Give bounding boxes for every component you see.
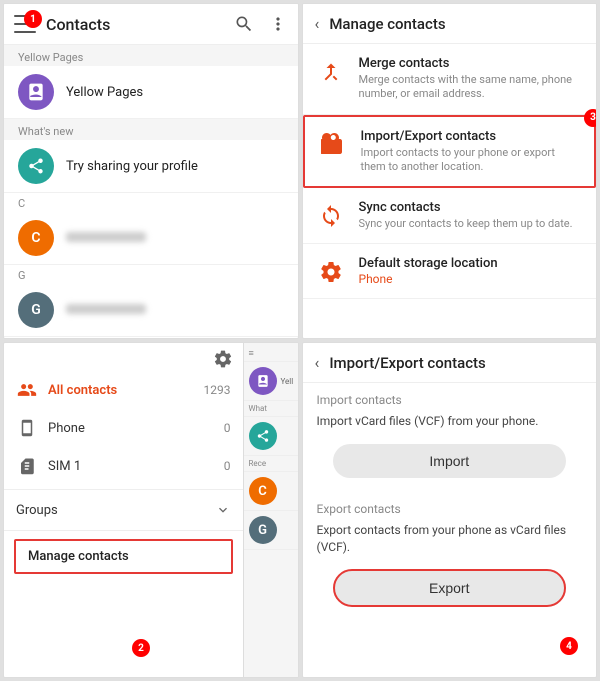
header-actions <box>234 14 288 34</box>
import-button[interactable]: Import <box>333 444 567 478</box>
contacts-list-panel: Contacts 1 Yellow Pages Yellow Pages Wha… <box>3 3 299 339</box>
mini-contact-g2: G <box>244 511 298 550</box>
sidebar-divider2 <box>4 530 243 531</box>
default-storage-text: Default storage location Phone <box>359 256 498 286</box>
sync-icon <box>317 202 345 230</box>
merge-contacts-option[interactable]: Merge contacts Merge contacts with the s… <box>303 44 597 115</box>
groups-label: Groups <box>16 503 215 518</box>
contact-g-item[interactable]: G <box>4 284 298 337</box>
import-export-text: Import/Export contacts Import contacts t… <box>361 129 581 175</box>
merge-icon <box>317 58 345 86</box>
phone-label: Phone <box>48 421 214 436</box>
all-contacts-icon <box>16 379 38 401</box>
import-export-title: Import/Export contacts <box>361 129 581 144</box>
more-options-icon[interactable] <box>268 14 288 34</box>
all-contacts-count: 1293 <box>204 383 231 397</box>
import-contacts-desc: Import vCard files (VCF) from your phone… <box>303 409 597 438</box>
all-contacts-label: All contacts <box>48 383 194 398</box>
mini-contacts-overlay: ≡ Yell What Rece C G <box>243 343 298 677</box>
yellow-pages-name: Yellow Pages <box>66 85 143 100</box>
import-contacts-section: Import contacts <box>303 383 597 409</box>
mini-contact-g: C <box>244 472 298 511</box>
contact-c-avatar: C <box>18 220 54 256</box>
import-export-icon <box>319 131 347 159</box>
settings-icon[interactable] <box>213 349 233 369</box>
import-export-panel: ‹ Import/Export contacts Import contacts… <box>302 342 598 678</box>
mini-avatar-yp <box>249 367 277 395</box>
manage-contacts-panel: ‹ Manage contacts Merge contacts Merge c… <box>302 3 598 339</box>
contacts-title: Contacts <box>46 15 234 34</box>
sim1-item[interactable]: SIM 1 0 <box>4 447 243 485</box>
sync-contacts-title: Sync contacts <box>359 200 573 215</box>
sim1-count: 0 <box>224 459 231 473</box>
gear-row <box>4 343 243 371</box>
export-button[interactable]: Export <box>333 569 567 607</box>
storage-icon <box>317 258 345 286</box>
merge-contacts-title: Merge contacts <box>359 56 583 71</box>
sim-icon <box>16 455 38 477</box>
mini-contact-c <box>244 417 298 456</box>
default-storage-option[interactable]: Default storage location Phone <box>303 244 597 299</box>
share-profile-avatar <box>18 148 54 184</box>
step2-badge: 2 <box>132 639 150 657</box>
chevron-down-icon <box>215 502 231 518</box>
import-export-panel-title: Import/Export contacts <box>329 354 485 372</box>
whats-new-section: What's new <box>4 119 298 140</box>
back-icon2[interactable]: ‹ <box>315 353 320 372</box>
step3-badge: 3 <box>584 109 597 127</box>
import-export-option[interactable]: Import/Export contacts Import contacts t… <box>303 115 597 189</box>
manage-contacts-title: Manage contacts <box>329 15 445 33</box>
alpha-g-label: G <box>4 265 298 284</box>
sync-contacts-text: Sync contacts Sync your contacts to keep… <box>359 200 573 231</box>
contacts-header: Contacts 1 <box>4 4 298 45</box>
default-storage-title: Default storage location <box>359 256 498 271</box>
yellow-pages-avatar <box>18 74 54 110</box>
yellow-pages-item[interactable]: Yellow Pages <box>4 66 298 119</box>
step1-badge: 1 <box>24 10 42 28</box>
yellow-pages-section: Yellow Pages <box>4 45 298 66</box>
all-contacts-item[interactable]: All contacts 1293 <box>4 371 243 409</box>
sidebar-panel: All contacts 1293 Phone 0 SIM 1 0 Groups… <box>3 342 299 678</box>
phone-item[interactable]: Phone 0 <box>4 409 243 447</box>
alpha-c-label: C <box>4 193 298 212</box>
share-profile-name: Try sharing your profile <box>66 159 198 174</box>
manage-contacts-header: ‹ Manage contacts <box>303 4 597 44</box>
default-storage-subtitle: Phone <box>359 272 498 286</box>
mini-avatar-share <box>249 422 277 450</box>
export-contacts-desc: Export contacts from your phone as vCard… <box>303 518 597 564</box>
contact-c-name <box>66 231 146 246</box>
import-export-header: ‹ Import/Export contacts <box>303 343 597 383</box>
export-contacts-section: Export contacts <box>303 492 597 518</box>
manage-contacts-button[interactable]: Manage contacts <box>14 539 233 574</box>
merge-contacts-text: Merge contacts Merge contacts with the s… <box>359 56 583 102</box>
back-icon[interactable]: ‹ <box>315 14 320 33</box>
phone-icon <box>16 417 38 439</box>
contact-c-item[interactable]: C <box>4 212 298 265</box>
contact-g-name <box>66 303 146 318</box>
sidebar-divider <box>4 489 243 490</box>
sidebar-content: All contacts 1293 Phone 0 SIM 1 0 Groups… <box>4 343 243 677</box>
mini-avatar-g: G <box>249 516 277 544</box>
sync-contacts-option[interactable]: Sync contacts Sync your contacts to keep… <box>303 188 597 244</box>
merge-contacts-desc: Merge contacts with the same name, phone… <box>359 73 583 102</box>
mini-avatar-c: C <box>249 477 277 505</box>
groups-item[interactable]: Groups <box>4 494 243 526</box>
sim1-label: SIM 1 <box>48 459 214 474</box>
contact-g-avatar: G <box>18 292 54 328</box>
phone-count: 0 <box>224 421 231 435</box>
step4-badge: 4 <box>560 637 578 655</box>
import-export-desc: Import contacts to your phone or export … <box>361 146 581 175</box>
sync-contacts-desc: Sync your contacts to keep them up to da… <box>359 217 573 231</box>
search-icon[interactable] <box>234 14 254 34</box>
share-profile-item[interactable]: Try sharing your profile <box>4 140 298 193</box>
mini-yellow-pages: Yell <box>244 362 298 401</box>
